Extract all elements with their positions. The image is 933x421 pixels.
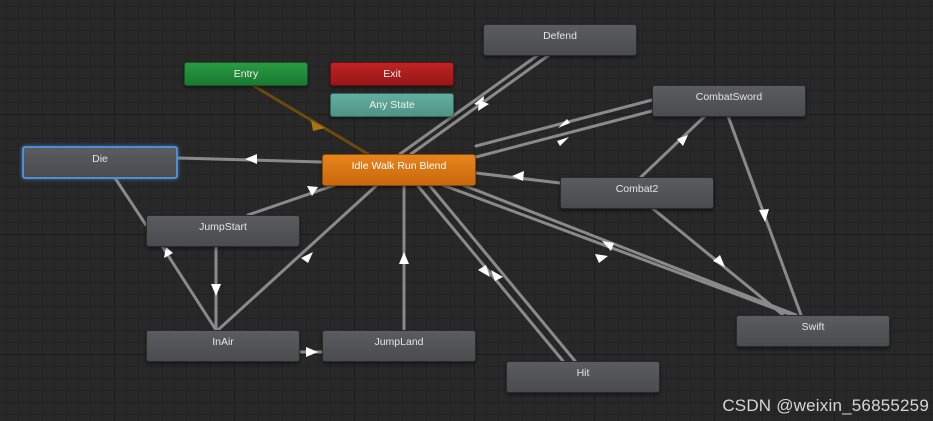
state-label: JumpLand <box>374 336 424 348</box>
state-exit[interactable]: Exit <box>330 62 454 86</box>
watermark: CSDN @weixin_56855259 <box>722 396 929 415</box>
transition-idle-to-combatsword[interactable] <box>474 109 654 159</box>
state-label: Swift <box>801 321 825 333</box>
state-label: Entry <box>233 68 259 80</box>
state-entry[interactable]: Entry <box>184 62 308 86</box>
state-die[interactable]: Die <box>22 146 178 179</box>
state-hit[interactable]: Hit <box>506 361 660 393</box>
state-idle-walk-run-blend[interactable]: Idle Walk Run Blend <box>322 154 476 186</box>
transition-combat2-to-idle[interactable] <box>474 171 562 185</box>
state-inair[interactable]: InAir <box>146 330 300 362</box>
transition-combatsword-to-combat2[interactable] <box>639 114 707 179</box>
transition-inair-to-idle[interactable] <box>216 183 379 332</box>
state-combatsword[interactable]: CombatSword <box>652 85 806 117</box>
transition-combat2-to-swift[interactable] <box>650 206 785 317</box>
transition-die-to-jumpstart[interactable] <box>113 176 148 227</box>
state-any-state[interactable]: Any State <box>330 93 454 117</box>
animator-graph-canvas[interactable]: Entry Exit Any State Defend CombatSword … <box>0 0 933 421</box>
transition-jumpland-to-idle[interactable] <box>399 184 409 332</box>
transition-jumpstart-to-inair[interactable] <box>211 244 221 332</box>
state-label: Die <box>92 153 108 165</box>
state-label: Idle Walk Run Blend <box>351 160 447 172</box>
state-label: Any State <box>369 99 415 111</box>
state-label: Defend <box>543 30 577 42</box>
state-swift[interactable]: Swift <box>736 315 890 347</box>
transition-arrow <box>595 254 608 263</box>
state-jumpstart[interactable]: JumpStart <box>146 215 300 247</box>
transition-arrow <box>306 347 318 357</box>
transition-combatsword-to-swift[interactable] <box>726 114 803 317</box>
transition-jumpstart-to-idle[interactable] <box>246 182 340 217</box>
transition-inair-to-jumpland[interactable] <box>298 347 324 357</box>
state-label: JumpStart <box>199 221 247 233</box>
state-label: Exit <box>383 68 401 80</box>
state-combat2[interactable]: Combat2 <box>560 177 714 209</box>
state-label: Hit <box>576 367 590 379</box>
state-jumpland[interactable]: JumpLand <box>322 330 476 362</box>
state-defend[interactable]: Defend <box>483 24 637 56</box>
state-label: CombatSword <box>695 91 763 103</box>
transition-inair-to-jumpstart[interactable] <box>160 244 218 332</box>
transition-arrow <box>399 252 409 264</box>
transition-idle-to-die[interactable] <box>176 154 324 164</box>
state-label: Combat2 <box>615 183 659 195</box>
transition-arrow <box>713 255 725 267</box>
transition-arrow <box>211 284 221 296</box>
state-label: InAir <box>212 336 234 348</box>
transition-arrow <box>245 154 257 164</box>
transition-arrow <box>557 137 569 146</box>
